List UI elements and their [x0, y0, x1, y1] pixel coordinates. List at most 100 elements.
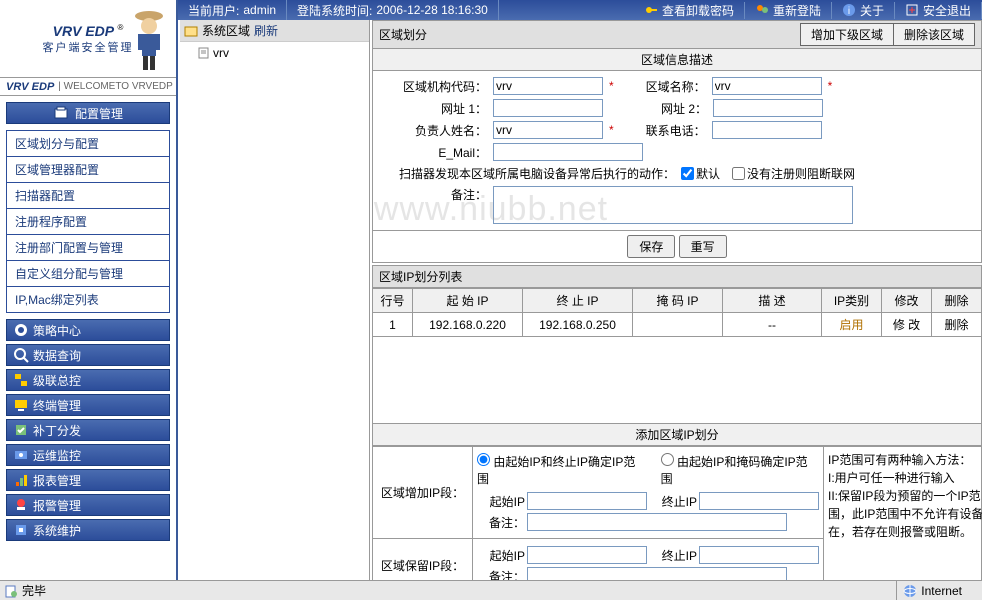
help-line2: I:用户可任一种进行输入 — [828, 469, 982, 487]
add-start-label: 起始IP — [477, 493, 525, 510]
default-checkbox-label: 默认 — [696, 165, 720, 182]
exit-button[interactable]: 安全退出 — [895, 2, 982, 19]
patch-icon — [13, 422, 29, 438]
status-net: Internet — [921, 584, 962, 598]
email-label: E_Mail： — [379, 144, 491, 161]
nav-group-8-label: 系统维护 — [33, 522, 81, 539]
row-edit-link[interactable]: 修 改 — [882, 313, 932, 337]
url1-label: 网址 1： — [379, 100, 491, 117]
status-bar: 完毕 Internet — [0, 580, 982, 600]
col-start: 起 始 IP — [413, 289, 523, 313]
remark-input[interactable] — [493, 186, 853, 224]
keep-start-input[interactable] — [527, 546, 647, 564]
relogin-label: 重新登陆 — [773, 2, 821, 19]
email-input[interactable] — [493, 143, 643, 161]
welcome-brand: VRV EDP — [6, 81, 54, 93]
keep-remark-input[interactable] — [527, 567, 787, 580]
block-checkbox[interactable] — [732, 167, 745, 180]
reset-button[interactable]: 重写 — [679, 235, 727, 258]
nav-group-6[interactable]: 报表管理 — [6, 469, 170, 491]
delete-area-button[interactable]: 删除该区域 — [893, 23, 975, 46]
about-button[interactable]: i 关于 — [832, 2, 895, 19]
help-line1: IP范围可有两种输入方法： — [828, 451, 982, 469]
cell-type[interactable]: 启用 — [822, 313, 882, 337]
maintain-icon — [13, 522, 29, 538]
config-icon — [53, 105, 69, 121]
add-remark-input[interactable] — [527, 513, 787, 531]
nav-link-6[interactable]: IP,Mac绑定列表 — [7, 287, 169, 313]
owner-input[interactable] — [493, 121, 603, 139]
tree-node-root[interactable]: vrv — [198, 46, 365, 60]
nav-group-5-label: 运维监控 — [33, 447, 81, 464]
cell-no: 1 — [373, 313, 413, 337]
left-column: VRV EDP ® 客户端安全管理 VRV EDP | WELCOMETO VR… — [0, 0, 178, 580]
nav-group-4[interactable]: 补丁分发 — [6, 419, 170, 441]
login-time-seg: 登陆系统时间: 2006-12-28 18:16:30 — [287, 0, 499, 20]
ip-table: 行号 起 始 IP 终 止 IP 掩 码 IP 描 述 IP类别 修改 删除 1… — [372, 288, 982, 337]
keep-end-input[interactable] — [699, 546, 819, 564]
query-icon — [13, 347, 29, 363]
users-icon — [755, 3, 769, 17]
owner-label: 负责人姓名： — [379, 122, 491, 139]
radio-by-range-input[interactable] — [477, 453, 490, 466]
nav-link-3[interactable]: 注册程序配置 — [7, 209, 169, 235]
url1-input[interactable] — [493, 99, 603, 117]
ip-table-row: 1 192.168.0.220 192.168.0.250 -- 启用 修 改 … — [373, 313, 982, 337]
col-no: 行号 — [373, 289, 413, 313]
save-button[interactable]: 保存 — [627, 235, 675, 258]
status-done: 完毕 — [22, 582, 46, 599]
internet-icon — [903, 584, 917, 598]
relogin-button[interactable]: 重新登陆 — [745, 2, 832, 19]
add-end-input[interactable] — [699, 492, 819, 510]
about-label: 关于 — [860, 2, 884, 19]
row-delete-link[interactable]: 删除 — [932, 313, 982, 337]
nav-group-1[interactable]: 数据查询 — [6, 344, 170, 366]
nav-head-config[interactable]: 配置管理 — [6, 102, 170, 124]
nav-group-4-label: 补丁分发 — [33, 422, 81, 439]
required-star: * — [605, 79, 618, 93]
add-end-label: 终止IP — [649, 493, 697, 510]
cell-start: 192.168.0.220 — [413, 313, 523, 337]
cascade-icon — [13, 372, 29, 388]
nav-link-4[interactable]: 注册部门配置与管理 — [7, 235, 169, 261]
welcome-bar: VRV EDP | WELCOMETO VRVEDP — [0, 78, 176, 96]
scanner-action-label: 扫描器发现本区域所属电脑设备异常后执行的动作： — [379, 165, 679, 182]
key-icon — [644, 3, 658, 17]
nav-group-5[interactable]: 运维监控 — [6, 444, 170, 466]
default-checkbox[interactable] — [681, 167, 694, 180]
cell-mask — [633, 313, 723, 337]
keep-remark-label: 备注： — [477, 568, 525, 581]
nav-group-8[interactable]: 系统维护 — [6, 519, 170, 541]
nav-link-5[interactable]: 自定义组分配与管理 — [7, 261, 169, 287]
nav-group-3[interactable]: 终端管理 — [6, 394, 170, 416]
tree-refresh-link[interactable]: 刷新 — [254, 22, 278, 39]
current-user-label: 当前用户: — [188, 2, 239, 19]
add-sub-area-button[interactable]: 增加下级区域 — [800, 23, 894, 46]
radio-by-mask-label: 由起始IP和掩码确定IP范围 — [661, 455, 808, 486]
login-time-label: 登陆系统时间: — [297, 2, 372, 19]
topbar: 当前用户: admin 登陆系统时间: 2006-12-28 18:16:30 … — [178, 0, 982, 20]
radio-by-mask[interactable]: 由起始IP和掩码确定IP范围 — [661, 453, 819, 487]
add-start-input[interactable] — [527, 492, 647, 510]
nav-link-2[interactable]: 扫描器配置 — [7, 183, 169, 209]
tree-column: 系统区域 刷新 vrv — [180, 20, 370, 580]
nav-group-7[interactable]: 报警管理 — [6, 494, 170, 516]
url2-input[interactable] — [713, 99, 823, 117]
code-label: 区域机构代码： — [379, 78, 491, 95]
nav-group-0[interactable]: 策略中心 — [6, 319, 170, 341]
radio-by-mask-input[interactable] — [661, 453, 674, 466]
nav-group-2[interactable]: 级联总控 — [6, 369, 170, 391]
phone-input[interactable] — [712, 121, 822, 139]
code-input[interactable] — [493, 77, 603, 95]
add-remark-label: 备注： — [477, 514, 525, 531]
nav-link-0[interactable]: 区域划分与配置 — [7, 131, 169, 157]
exit-label: 安全退出 — [923, 2, 971, 19]
nav-link-1[interactable]: 区域管理器配置 — [7, 157, 169, 183]
view-password-button[interactable]: 查看卸载密码 — [634, 2, 745, 19]
name-input[interactable] — [712, 77, 822, 95]
tree-body: vrv — [180, 42, 369, 64]
iplist-title: 区域IP划分列表 — [379, 268, 462, 285]
radio-by-range[interactable]: 由起始IP和终止IP确定IP范围 — [477, 453, 647, 487]
radio-by-range-label: 由起始IP和终止IP确定IP范围 — [477, 455, 635, 486]
login-time-value: 2006-12-28 18:16:30 — [376, 3, 487, 17]
